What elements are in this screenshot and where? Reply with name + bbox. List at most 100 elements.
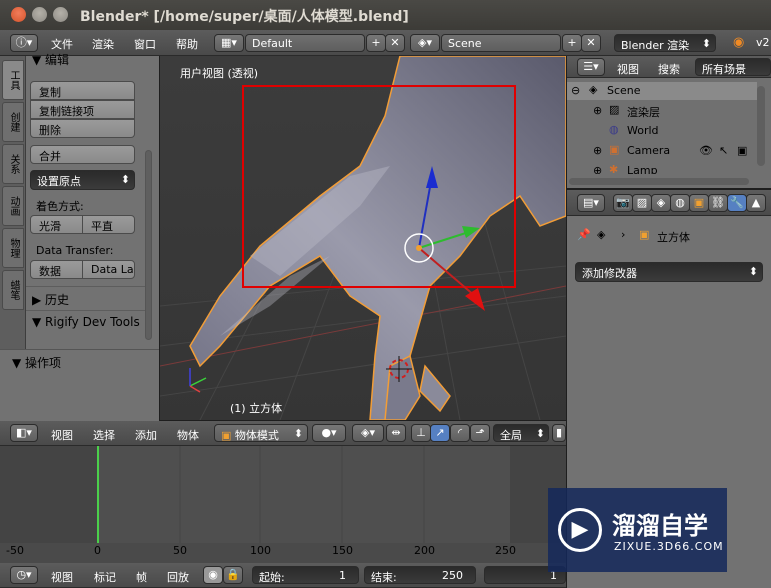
data-tab-icon[interactable]: ▲ [746,194,766,212]
eye-icon[interactable]: 👁 [699,144,713,157]
tool-shelf-scrollbar[interactable] [145,150,152,340]
remove-scene-icon[interactable]: ✕ [581,34,601,52]
panel-rigify-header[interactable]: ▼ Rigify Dev Tools [32,315,140,329]
menu-view[interactable]: 视图 [617,61,639,77]
modifiers-tab-icon[interactable]: 🔧 [727,194,747,212]
lock-icon[interactable]: 🔒 [223,566,243,584]
rotate-manipulator-icon[interactable]: ◜ [450,424,470,442]
menu-help[interactable]: 帮助 [176,36,198,52]
tab-physics[interactable]: 物理 [2,228,24,268]
properties-header: ▤▾ 📷 ▨ ◈ ◍ ▣ ⛓ 🔧 ▲ [567,190,771,216]
scene-tab-icon[interactable]: ◈ [651,194,671,212]
object-name: 立方体 [657,231,690,244]
shading-select-icon[interactable]: ●▾ [312,424,346,442]
outliner-row-camera[interactable]: ⊕ ▣ Camera 👁 ↖ ▣ [567,142,757,160]
outliner-scrollbar[interactable] [757,86,765,166]
render-layers-icon: ▨ [609,103,620,116]
tab-tools[interactable]: 工具 [2,60,24,100]
scale-manipulator-icon[interactable]: ⬏ [470,424,490,442]
outliner-hscrollbar[interactable] [569,178,749,185]
maximize-button[interactable] [53,7,68,22]
render-icon[interactable]: ▣ [737,144,747,157]
add-layout-icon[interactable]: + [366,34,386,52]
outliner-row-world[interactable]: ◍ World [567,122,757,140]
scene-browse-icon[interactable]: ◈▾ [410,34,440,52]
menu-marker[interactable]: 标记 [94,569,116,585]
menu-file[interactable]: 文件 [51,36,73,52]
tick-label: 100 [250,544,271,557]
menu-select[interactable]: 选择 [93,427,115,443]
manipulator-toggle-icon[interactable]: ⇹ [386,424,406,442]
tab-relations[interactable]: 关系 [2,144,24,184]
outliner-row-lamp[interactable]: ⊕ ✱ Lamp [567,162,757,174]
display-mode-select[interactable]: 所有场景 [695,58,771,76]
translate-active-icon[interactable]: ↗ [430,424,450,442]
pivot-select-icon[interactable]: ◈▾ [352,424,384,442]
pin-icon[interactable]: 📌 [577,228,591,241]
version-label: v2 [756,36,770,49]
menu-playback[interactable]: 回放 [167,569,189,585]
properties-panel: 📌 ◈ › ▣ 立方体 添加修改器 ⬍ ▶ 溜溜自学 ZIXUE.3D66.COM [548,216,771,588]
flat-button[interactable]: 平直 [82,215,135,234]
render-layers-tab-icon[interactable]: ▨ [632,194,652,212]
expand-icon: ⊕ [593,164,603,174]
world-tab-icon[interactable]: ◍ [670,194,690,212]
window-title: Blender* [/home/super/桌面/人体模型.blend] [80,9,409,25]
menu-render[interactable]: 渲染 [92,36,114,52]
timeline[interactable]: -50 0 50 100 150 200 250 [0,446,566,563]
tab-grease-pencil[interactable]: 蜡笔 [2,270,24,310]
delete-button[interactable]: 删除 [30,119,135,138]
menu-add[interactable]: 添加 [135,427,157,443]
minimize-button[interactable] [32,7,47,22]
menu-frame[interactable]: 帧 [136,569,147,585]
layers-icon[interactable]: ▮ [552,424,566,442]
join-button[interactable]: 合并 [30,145,135,164]
tab-create[interactable]: 创建 [2,102,24,142]
cursor-icon[interactable]: ↖ [719,144,728,157]
duplicate-button[interactable]: 复制 [30,81,135,100]
timeline-grid [97,446,425,543]
duplicate-linked-button[interactable]: 复制链接项 [30,100,135,119]
add-modifier-select[interactable]: 添加修改器 ⬍ [575,262,763,282]
constraints-tab-icon[interactable]: ⛓ [708,194,728,212]
editor-type-3d-icon[interactable]: ◧▾ [10,424,38,442]
data-button[interactable]: 数据 [30,260,83,279]
editor-type-properties-icon[interactable]: ▤▾ [577,194,605,212]
record-icon[interactable]: ◉ [203,566,223,584]
remove-layout-icon[interactable]: ✕ [385,34,405,52]
editor-type-timeline-icon[interactable]: ◷▾ [10,566,38,584]
layout-browse-icon[interactable]: ▦▾ [214,34,244,52]
outliner-row-render-layers[interactable]: ⊕ ▨ 渲染层 [567,102,757,120]
panel-history-header[interactable]: ▶ 历史 [32,291,69,308]
menu-object[interactable]: 物体 [177,427,199,443]
data-layers-button[interactable]: Data La [82,260,135,279]
outliner-item-label: Scene [607,84,641,97]
outliner-row-scene[interactable]: ⊖ ◈ Scene [567,82,757,100]
translate-manipulator-icon[interactable]: ⊥ [411,424,431,442]
object-tab-icon[interactable]: ▣ [689,194,709,212]
tab-animation[interactable]: 动画 [2,186,24,226]
scene-field[interactable]: Scene [441,34,561,52]
3d-viewport[interactable]: 用户视图 (透视) (1) 立方体 [160,56,566,420]
editor-type-info-icon[interactable]: ⓘ▾ [10,34,38,52]
render-engine-select[interactable]: Blender 渲染 ⬍ [614,34,716,52]
smooth-button[interactable]: 光滑 [30,215,83,234]
transform-orientation-select[interactable]: 全局 ⬍ [493,424,549,442]
menu-view[interactable]: 视图 [51,427,73,443]
start-frame-field[interactable]: 起始: 1 [252,566,359,584]
editor-type-outliner-icon[interactable]: ☰▾ [577,58,605,76]
breadcrumb-arrow-icon: › [621,228,626,241]
menu-view[interactable]: 视图 [51,569,73,585]
mode-select[interactable]: ▣ 物体模式 ⬍ [214,424,308,442]
close-button[interactable] [11,7,26,22]
layout-field[interactable]: Default [245,34,365,52]
outliner[interactable]: ⊖ ◈ Scene ⊕ ▨ 渲染层 ◍ World ⊕ ▣ Camera 👁 ↖… [567,78,771,188]
panel-edit-header[interactable]: ▼ 编辑 [32,51,69,68]
add-scene-icon[interactable]: + [562,34,582,52]
menu-window[interactable]: 窗口 [134,36,156,52]
end-frame-field[interactable]: 结束: 250 [364,566,476,584]
menu-search[interactable]: 搜索 [658,61,680,77]
render-tab-icon[interactable]: 📷 [613,194,633,212]
set-origin-select[interactable]: 设置原点 ⬍ [30,170,135,190]
panel-operator-header[interactable]: ▼ 操作项 [12,354,61,371]
